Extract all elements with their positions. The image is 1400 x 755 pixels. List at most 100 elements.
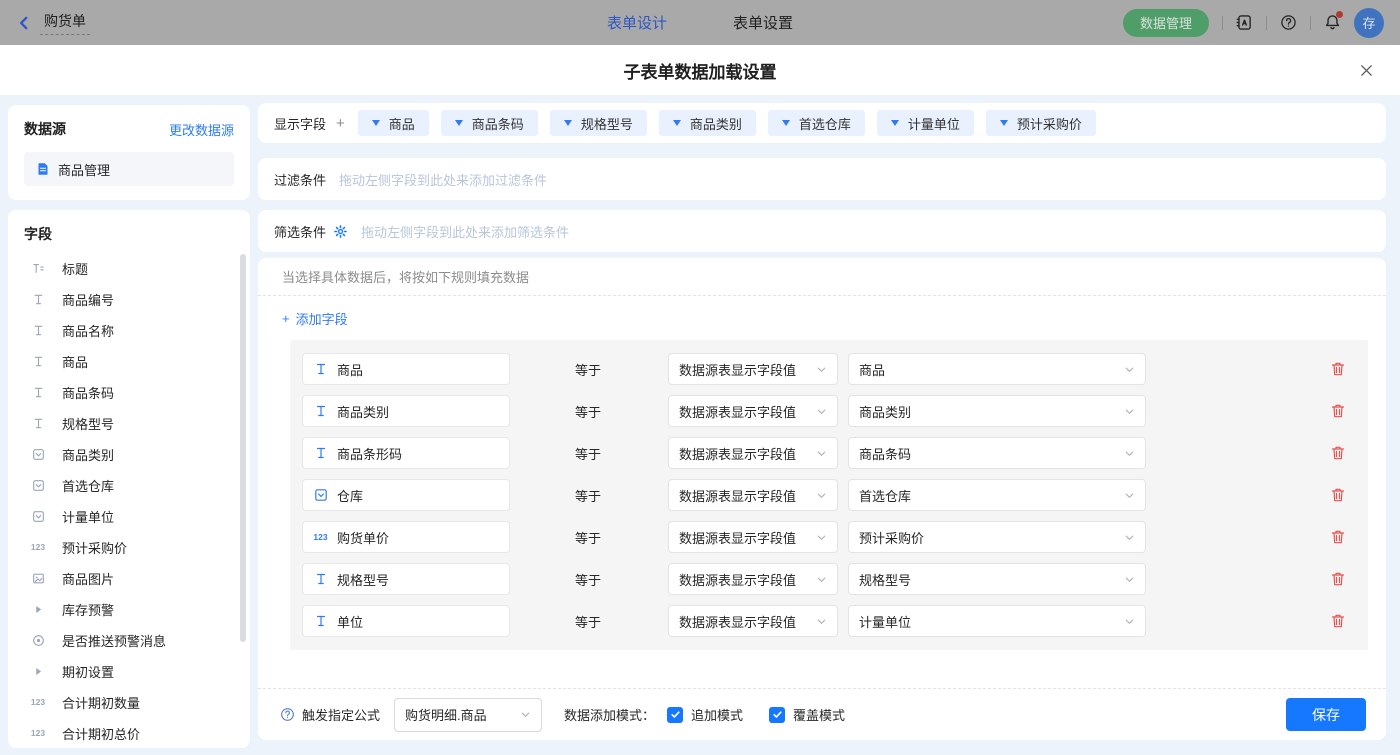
display-field-tag[interactable]: 商品类别 (659, 110, 756, 136)
sidebar-field-item[interactable]: 商品编号 (24, 284, 244, 315)
sidebar-field-item[interactable]: 123 合计期初总价 (24, 718, 244, 748)
overwrite-mode-checkbox[interactable]: 覆盖模式 (769, 705, 845, 724)
display-field-tag[interactable]: 商品 (358, 110, 429, 136)
source-type-select[interactable]: 数据源表显示字段值 (668, 437, 838, 469)
sidebar-field-item[interactable]: 商品条码 (24, 377, 244, 408)
source-type-select[interactable]: 数据源表显示字段值 (668, 479, 838, 511)
source-field-select[interactable]: 商品类别 (848, 395, 1146, 427)
select-icon (30, 479, 46, 492)
source-type-select[interactable]: 数据源表显示字段值 (668, 605, 838, 637)
back-button[interactable] (16, 15, 32, 31)
source-field-select[interactable]: 首选仓库 (848, 479, 1146, 511)
display-field-tag[interactable]: 首选仓库 (768, 110, 865, 136)
select-icon (30, 448, 46, 461)
dialog-body: 数据源 更改数据源 商品管理 字段 标题 商品编号 (0, 95, 1400, 755)
source-type-select[interactable]: 数据源表显示字段值 (668, 395, 838, 427)
sidebar-field-item[interactable]: 123 预计采购价 (24, 532, 244, 563)
sidebar-field-item[interactable]: 123 合计期初数量 (24, 687, 244, 718)
rule-field-box[interactable]: 商品条形码 (302, 437, 510, 469)
text-icon (30, 417, 46, 430)
rule-field-box[interactable]: 单位 (302, 605, 510, 637)
chevron-down-icon (520, 709, 531, 720)
text-icon (313, 362, 328, 376)
close-button[interactable] (1359, 63, 1374, 78)
rule-field-box[interactable]: 123 购货单价 (302, 521, 510, 553)
caret-down-icon (564, 120, 572, 126)
save-button[interactable]: 保存 (1286, 698, 1366, 731)
datasource-title: 数据源 (24, 119, 66, 139)
rule-field-box[interactable]: 商品类别 (302, 395, 510, 427)
source-field-select[interactable]: 预计采购价 (848, 521, 1146, 553)
sidebar-field-item[interactable]: 是否推送预警消息 (24, 625, 244, 656)
data-manage-button[interactable]: 数据管理 (1123, 9, 1209, 37)
append-mode-checkbox[interactable]: 追加模式 (667, 705, 743, 724)
sidebar-field-item[interactable]: 商品 (24, 346, 244, 377)
delete-rule-button[interactable] (1330, 571, 1346, 587)
notification-bell-icon[interactable] (1324, 14, 1341, 31)
rule-field-box[interactable]: 商品 (302, 353, 510, 385)
source-type-select[interactable]: 数据源表显示字段值 (668, 521, 838, 553)
rule-operator: 等于 (575, 570, 602, 589)
rule-field-box[interactable]: 规格型号 (302, 563, 510, 595)
sidebar-field-item[interactable]: 首选仓库 (24, 470, 244, 501)
delete-rule-button[interactable] (1330, 487, 1346, 503)
source-type-select[interactable]: 数据源表显示字段值 (668, 563, 838, 595)
select-icon (313, 488, 328, 502)
dialog-title: 子表单数据加载设置 (624, 58, 777, 83)
select-icon (30, 510, 46, 523)
display-field-tag[interactable]: 商品条码 (441, 110, 538, 136)
delete-rule-button[interactable] (1330, 445, 1346, 461)
tab-form-settings[interactable]: 表单设置 (733, 12, 793, 33)
delete-rule-button[interactable] (1330, 529, 1346, 545)
display-field-tag[interactable]: 计量单位 (877, 110, 974, 136)
source-field-select[interactable]: 商品条码 (848, 437, 1146, 469)
add-field-label: 添加字段 (296, 309, 348, 328)
divider (1310, 16, 1311, 30)
sidebar-field-item[interactable]: 库存预警 (24, 594, 244, 625)
source-field-select[interactable]: 商品 (848, 353, 1146, 385)
sidebar-field-item[interactable]: 标题 (24, 253, 244, 284)
scrollbar-thumb[interactable] (240, 254, 246, 642)
rule-field-box[interactable]: 仓库 (302, 479, 510, 511)
add-field-button[interactable]: + 添加字段 (282, 309, 348, 328)
field-label: 商品图片 (62, 569, 114, 588)
delete-rule-button[interactable] (1330, 613, 1346, 629)
gear-icon[interactable] (334, 225, 347, 238)
datasource-item[interactable]: 商品管理 (24, 152, 234, 186)
sidebar-field-item[interactable]: 商品类别 (24, 439, 244, 470)
number-icon: 123 (313, 533, 328, 542)
avatar[interactable]: 存 (1354, 8, 1384, 38)
sidebar-field-item[interactable]: 商品名称 (24, 315, 244, 346)
change-datasource-link[interactable]: 更改数据源 (169, 120, 234, 139)
tab-form-design[interactable]: 表单设计 (607, 12, 667, 33)
filter-condition-card[interactable]: 过滤条件 拖动左侧字段到此处来添加过滤条件 (258, 158, 1386, 200)
sift-condition-card[interactable]: 筛选条件 拖动左侧字段到此处来添加筛选条件 (258, 210, 1386, 252)
add-display-field-button[interactable]: + (336, 115, 345, 132)
sift-placeholder: 拖动左侧字段到此处来添加筛选条件 (361, 222, 569, 241)
form-name[interactable]: 购货单 (40, 11, 90, 35)
source-type-select[interactable]: 数据源表显示字段值 (668, 353, 838, 385)
display-field-tag[interactable]: 规格型号 (550, 110, 647, 136)
chevron-down-icon (816, 448, 827, 459)
divider (1266, 16, 1267, 30)
document-icon (36, 162, 50, 176)
text-icon (313, 446, 328, 460)
display-field-tag[interactable]: 预计采购价 (986, 110, 1096, 136)
formula-select[interactable]: 购货明细.商品 (394, 698, 542, 732)
delete-rule-button[interactable] (1330, 361, 1346, 377)
directory-icon[interactable] (1236, 14, 1253, 31)
source-field-select[interactable]: 计量单位 (848, 605, 1146, 637)
sidebar-field-item[interactable]: 计量单位 (24, 501, 244, 532)
field-list: 标题 商品编号 商品名称 商品 (24, 253, 244, 748)
chevron-left-icon (16, 15, 32, 31)
help-icon[interactable] (1280, 14, 1297, 31)
source-field-value: 首选仓库 (859, 486, 911, 505)
source-field-select[interactable]: 规格型号 (848, 563, 1146, 595)
text-icon (30, 386, 46, 399)
sidebar-field-item[interactable]: 商品图片 (24, 563, 244, 594)
formula-help-icon[interactable] (280, 707, 295, 722)
sidebar-field-item[interactable]: 期初设置 (24, 656, 244, 687)
sidebar-field-item[interactable]: 规格型号 (24, 408, 244, 439)
delete-rule-button[interactable] (1330, 403, 1346, 419)
number-icon: 123 (30, 698, 46, 707)
